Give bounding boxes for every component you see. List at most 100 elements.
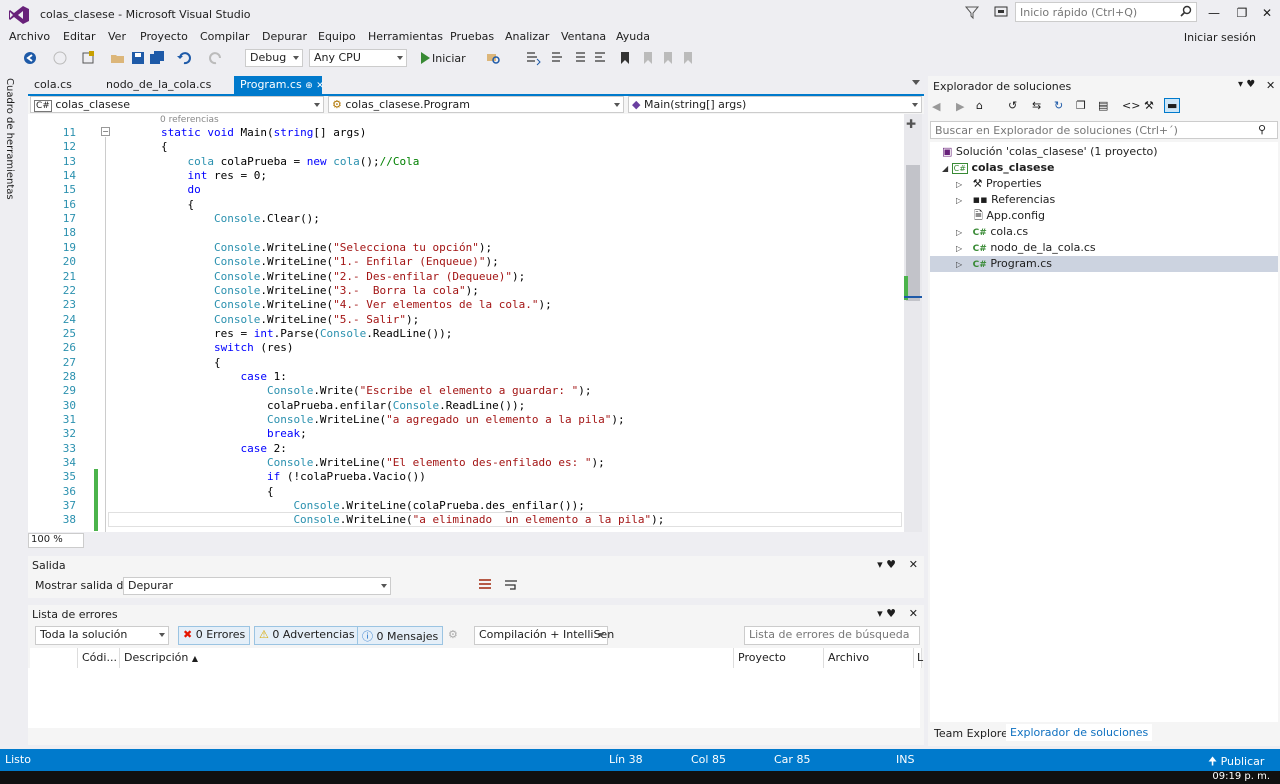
sync-icon[interactable]: ⇆ — [1032, 99, 1041, 112]
code-line[interactable]: Console.WriteLine("a agregado un element… — [108, 413, 898, 427]
code-line[interactable]: Console.WriteLine("El elemento des-enfil… — [108, 456, 898, 470]
panel-options-icon[interactable]: ▾ ♥ — [877, 607, 896, 620]
tab-solution-explorer[interactable]: Explorador de soluciones — [1006, 724, 1153, 741]
minimize-button[interactable]: — — [1200, 2, 1228, 24]
close-tab-icon[interactable]: ✕ — [316, 81, 324, 91]
tree-references[interactable]: ▷ ▪▪ Referencias — [956, 192, 1055, 208]
prev-bookmark-icon[interactable] — [640, 50, 656, 66]
code-line[interactable]: Console.WriteLine("Selecciona tu opción"… — [108, 241, 898, 255]
warnings-filter-button[interactable]: ⚠ 0 Advertencias — [254, 626, 360, 645]
redo-icon[interactable] — [208, 50, 224, 66]
start-play-icon[interactable] — [417, 50, 433, 66]
new-project-icon[interactable] — [80, 50, 96, 66]
collapsed-triangle-icon[interactable]: ▷ — [956, 260, 962, 269]
code-line[interactable]: Console.WriteLine("4.- Ver elementos de … — [108, 298, 898, 312]
messages-filter-button[interactable]: ⓘ 0 Mensajes — [357, 626, 444, 645]
panel-options-icon[interactable]: ▾ ♥ — [877, 558, 896, 571]
next-bookmark-icon[interactable] — [660, 50, 676, 66]
menu-compilar[interactable]: Compilar — [200, 30, 249, 43]
filter-icon[interactable]: ⚙ — [448, 628, 458, 641]
tree-solution[interactable]: ▣ Solución 'colas_clasese' (1 proyecto) — [942, 144, 1158, 160]
tree-program-cs[interactable]: ▷ C# Program.cs — [956, 256, 1052, 272]
code-line[interactable]: res = int.Parse(Console.ReadLine()); — [108, 327, 898, 341]
tab-program-cs[interactable]: Program.cs ⊕ ✕ — [234, 76, 324, 94]
codelens-references[interactable]: 0 referencias — [160, 115, 219, 125]
format-icon[interactable] — [592, 50, 608, 66]
tree-app-config[interactable]: 🗎 App.config — [974, 208, 1045, 224]
menu-analizar[interactable]: Analizar — [505, 30, 549, 43]
refresh-icon[interactable]: ↻ — [1054, 99, 1063, 112]
code-line[interactable]: Console.WriteLine("a eliminado un elemen… — [108, 513, 898, 527]
close-error-list-icon[interactable]: ✕ — [909, 607, 918, 620]
collapsed-triangle-icon[interactable]: ▷ — [956, 244, 962, 253]
code-line[interactable]: Console.WriteLine("1.- Enfilar (Enqueue)… — [108, 255, 898, 269]
menu-pruebas[interactable]: Pruebas — [450, 30, 494, 43]
back-icon[interactable]: ◀ — [932, 100, 940, 113]
menu-depurar[interactable]: Depurar — [262, 30, 307, 43]
toolbox-tab[interactable]: Cuadro de herramientas — [4, 78, 15, 200]
save-all-icon[interactable] — [149, 50, 165, 66]
code-line[interactable]: Console.WriteLine("2.- Des-enfilar (Dequ… — [108, 270, 898, 284]
tab-team-explorer[interactable]: Team Explorer — [934, 727, 1012, 740]
tab-overflow-icon[interactable] — [912, 80, 920, 85]
col-file[interactable]: Archivo — [824, 648, 914, 668]
project-nav-select[interactable]: C# colas_clasese — [30, 96, 324, 113]
code-line[interactable]: { — [108, 140, 898, 154]
feedback-icon[interactable] — [993, 4, 1009, 20]
col-code[interactable]: Códi... — [78, 648, 120, 668]
save-icon[interactable] — [130, 50, 146, 66]
find-in-files-icon[interactable] — [485, 50, 501, 66]
error-search-input[interactable]: Lista de errores de búsqueda — [744, 626, 920, 645]
error-scope-select[interactable]: Toda la solución — [35, 626, 169, 645]
code-line[interactable]: case 2: — [108, 442, 898, 456]
col-icon[interactable] — [30, 648, 78, 668]
output-source-select[interactable]: Depurar — [123, 577, 391, 595]
properties-wrench-icon[interactable]: ⚒ — [1144, 99, 1154, 112]
close-output-icon[interactable]: ✕ — [909, 558, 918, 571]
class-nav-select[interactable]: ⚙ colas_clasese.Program — [328, 96, 624, 113]
code-line[interactable]: static void Main(string[] args) — [108, 126, 898, 140]
code-line[interactable]: case 1: — [108, 370, 898, 384]
split-editor-icon[interactable]: ✚ — [906, 117, 916, 131]
back-icon[interactable] — [22, 50, 38, 66]
code-line[interactable]: { — [108, 356, 898, 370]
collapsed-triangle-icon[interactable]: ▷ — [956, 180, 962, 189]
collapse-all-icon[interactable]: ❐ — [1076, 99, 1086, 112]
view-code-icon[interactable]: <> — [1122, 99, 1140, 112]
build-source-select[interactable]: Compilación + IntelliSen — [474, 626, 614, 645]
word-wrap-icon[interactable] — [504, 578, 518, 592]
tab-cola-cs[interactable]: cola.cs — [28, 76, 78, 94]
close-solution-explorer-icon[interactable]: ✕ — [1266, 79, 1275, 92]
solution-platform-select[interactable]: Any CPU — [309, 49, 407, 67]
menu-proyecto[interactable]: Proyecto — [140, 30, 188, 43]
pending-changes-icon[interactable]: ↺ — [1008, 99, 1017, 112]
tree-project[interactable]: ◢ C# colas_clasese — [942, 160, 1055, 176]
code-line[interactable]: colaPrueba.enfilar(Console.ReadLine()); — [108, 399, 898, 413]
search-icon[interactable] — [1180, 5, 1192, 17]
menu-ventana[interactable]: Ventana — [561, 30, 606, 43]
tree-cola-cs[interactable]: ▷ C# cola.cs — [956, 224, 1028, 240]
open-file-icon[interactable] — [110, 50, 126, 66]
solution-search-input[interactable]: Buscar en Explorador de soluciones (Ctrl… — [930, 121, 1278, 139]
menu-equipo[interactable]: Equipo — [318, 30, 356, 43]
menu-ayuda[interactable]: Ayuda — [616, 30, 650, 43]
tab-nodo-de-la-cola-cs[interactable]: nodo_de_la_cola.cs — [100, 76, 217, 94]
step-over-icon[interactable] — [550, 50, 566, 66]
zoom-level-select[interactable]: 100 % — [28, 533, 84, 548]
tree-properties[interactable]: ▷ ⚒ Properties — [956, 176, 1042, 192]
publish-button[interactable]: 🠉 Publicar — [1208, 753, 1264, 772]
errors-filter-button[interactable]: ✖ 0 Errores — [178, 626, 251, 645]
code-line[interactable]: switch (res) — [108, 341, 898, 355]
pin-icon[interactable]: ⊕ — [305, 81, 313, 91]
menu-herramientas[interactable]: Herramientas — [368, 30, 443, 43]
code-line[interactable]: int res = 0; — [108, 169, 898, 183]
code-line[interactable]: Console.WriteLine("5.- Salir"); — [108, 313, 898, 327]
code-line[interactable]: if (!colaPrueba.Vacio()) — [108, 470, 898, 484]
code-line[interactable]: Console.Write("Escribe el elemento a gua… — [108, 384, 898, 398]
undo-icon[interactable] — [176, 50, 192, 66]
solution-configuration-select[interactable]: Debug — [245, 49, 303, 67]
code-line[interactable]: Console.Clear(); — [108, 212, 898, 226]
step-into-icon[interactable] — [525, 50, 541, 66]
preview-selected-icon[interactable]: ▬ — [1164, 98, 1181, 113]
maximize-button[interactable]: ❐ — [1228, 2, 1256, 24]
